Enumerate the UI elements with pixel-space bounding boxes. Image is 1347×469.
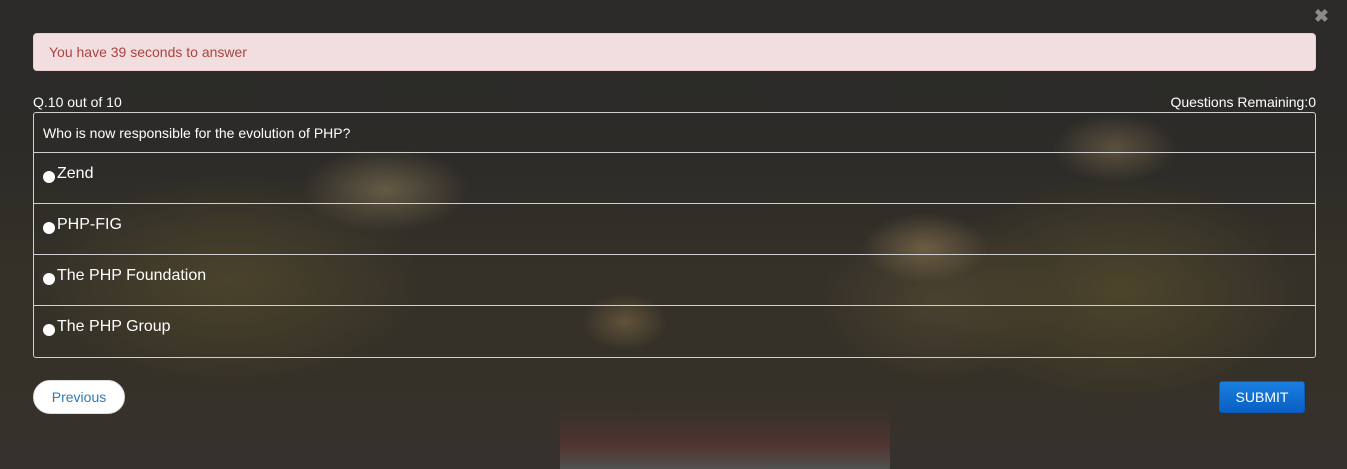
- answer-option-label: PHP-FIG: [57, 216, 122, 233]
- close-icon[interactable]: ✖: [1314, 6, 1329, 27]
- answer-option-label: Zend: [57, 165, 94, 182]
- answer-option[interactable]: The PHP Group: [34, 306, 1315, 357]
- timer-alert: You have 39 seconds to answer: [33, 33, 1316, 71]
- answer-option[interactable]: Zend: [34, 153, 1315, 204]
- timer-alert-text: You have 39 seconds to answer: [49, 44, 247, 60]
- answer-option-label: The PHP Group: [57, 318, 171, 335]
- questions-remaining: Questions Remaining:0: [1170, 94, 1316, 110]
- previous-button[interactable]: Previous: [33, 380, 125, 414]
- radio-button[interactable]: [43, 222, 55, 234]
- answer-option[interactable]: PHP-FIG: [34, 204, 1315, 255]
- answer-option-label: The PHP Foundation: [57, 267, 207, 284]
- radio-button[interactable]: [43, 324, 55, 336]
- question-number: Q.10 out of 10: [33, 94, 122, 110]
- question-text: Who is now responsible for the evolution…: [34, 113, 1315, 153]
- radio-button[interactable]: [43, 273, 55, 285]
- submit-button[interactable]: SUBMIT: [1219, 381, 1305, 413]
- question-panel: Who is now responsible for the evolution…: [33, 112, 1316, 358]
- radio-button[interactable]: [43, 171, 55, 183]
- answer-option[interactable]: The PHP Foundation: [34, 255, 1315, 306]
